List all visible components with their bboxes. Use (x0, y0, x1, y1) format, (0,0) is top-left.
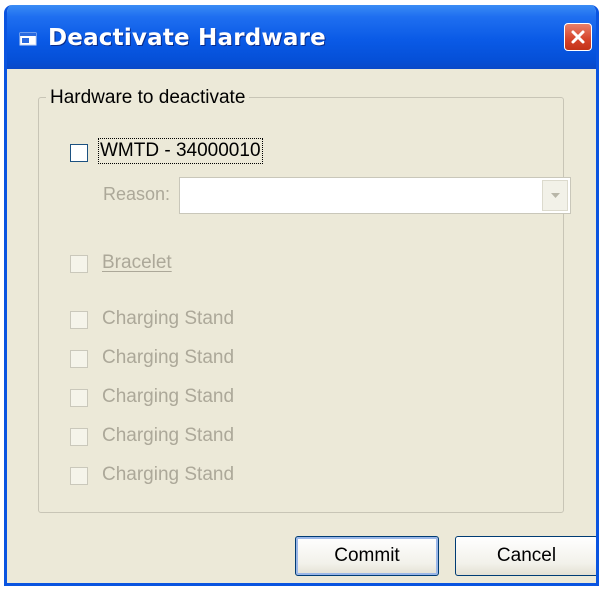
charging-stand-label-2[interactable]: Charging Stand (102, 347, 234, 369)
bracelet-checkbox[interactable] (70, 255, 88, 273)
title-bar[interactable]: Deactivate Hardware (7, 5, 596, 69)
charging-stand-label-4[interactable]: Charging Stand (102, 425, 234, 447)
reason-label: Reason: (103, 184, 171, 204)
charging-stand-checkbox-4[interactable] (70, 428, 88, 446)
dialog-window: Deactivate Hardware Hardware to deactiva… (4, 5, 599, 586)
charging-stand-checkbox-1[interactable] (70, 311, 88, 329)
close-x-icon (571, 30, 585, 44)
device-label[interactable]: WMTD - 34000010 (98, 138, 263, 164)
cancel-button[interactable]: Cancel (455, 536, 596, 576)
chevron-down-icon (550, 192, 560, 198)
dropdown-arrow-button[interactable] (542, 180, 568, 211)
charging-stand-label-3[interactable]: Charging Stand (102, 386, 234, 408)
device-checkbox[interactable] (70, 144, 88, 162)
commit-button[interactable]: Commit (295, 536, 439, 576)
charging-stand-label-5[interactable]: Charging Stand (102, 464, 234, 486)
dialog-client-area: Hardware to deactivate WMTD - 34000010 R… (7, 69, 596, 583)
reason-dropdown[interactable] (179, 177, 571, 214)
window-app-icon (19, 32, 37, 46)
close-button[interactable] (564, 23, 592, 51)
charging-stand-checkbox-3[interactable] (70, 389, 88, 407)
bracelet-label[interactable]: Bracelet (102, 252, 172, 274)
charging-stand-label-1[interactable]: Charging Stand (102, 308, 234, 330)
charging-stand-checkbox-5[interactable] (70, 467, 88, 485)
window-title: Deactivate Hardware (48, 25, 326, 51)
charging-stand-checkbox-2[interactable] (70, 350, 88, 368)
groupbox-title: Hardware to deactivate (46, 87, 250, 109)
